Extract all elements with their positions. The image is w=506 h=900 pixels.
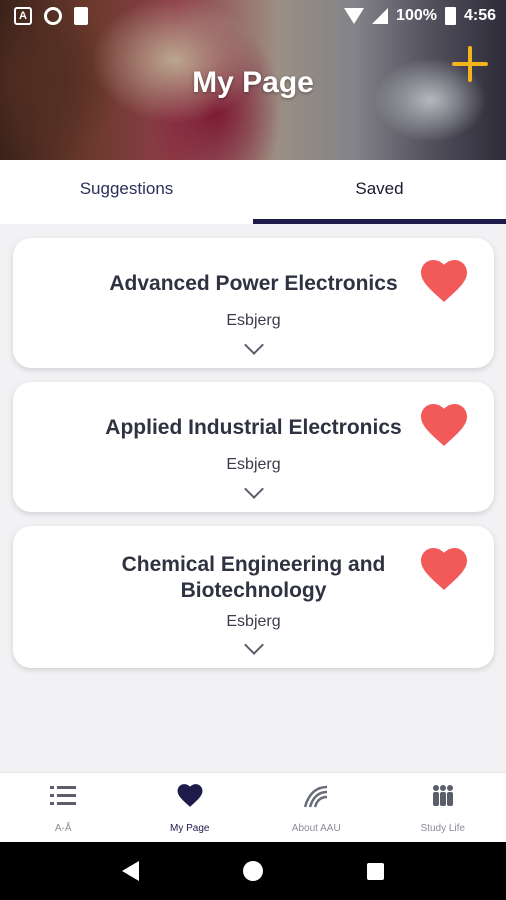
heart-icon bbox=[177, 781, 203, 811]
list-icon bbox=[50, 781, 77, 811]
program-location: Esbjerg bbox=[226, 456, 281, 473]
program-title: Chemical Engineering and Biotechnology bbox=[121, 553, 386, 602]
nav-label: Study Life bbox=[420, 823, 465, 834]
program-location: Esbjerg bbox=[226, 312, 281, 329]
heart-icon[interactable] bbox=[420, 548, 468, 592]
nav-label: A-Å bbox=[54, 823, 72, 834]
nav-item-my-page[interactable]: My Page bbox=[127, 773, 254, 842]
aau-logo-icon bbox=[303, 781, 329, 811]
program-card[interactable]: Chemical Engineering and Biotechnology E… bbox=[13, 526, 494, 668]
nav-label: About AAU bbox=[291, 823, 341, 834]
add-button[interactable] bbox=[450, 44, 490, 84]
status-system: 100% 4:56 bbox=[344, 7, 496, 25]
program-title: Advanced Power Electronics bbox=[109, 272, 398, 295]
nav-item-study-life[interactable]: Study Life bbox=[380, 773, 506, 842]
program-card[interactable]: Applied Industrial Electronics Esbjerg bbox=[13, 382, 494, 512]
sd-card-icon bbox=[74, 7, 88, 25]
back-icon[interactable] bbox=[122, 861, 139, 881]
program-location: Esbjerg bbox=[226, 613, 281, 630]
clock: 4:56 bbox=[463, 7, 496, 24]
status-bar: A 100% 4:56 bbox=[0, 0, 506, 32]
recent-apps-icon[interactable] bbox=[367, 862, 384, 880]
sync-notification-icon bbox=[44, 7, 62, 25]
app-notification-icon: A bbox=[14, 7, 32, 25]
program-card[interactable]: Advanced Power Electronics Esbjerg bbox=[13, 238, 494, 368]
battery-icon bbox=[444, 7, 456, 25]
signal-icon bbox=[372, 8, 389, 24]
program-title: Applied Industrial Electronics bbox=[105, 416, 402, 439]
tab-bar: Suggestions Saved bbox=[0, 160, 506, 224]
tab-saved[interactable]: Saved bbox=[253, 160, 506, 224]
heart-icon[interactable] bbox=[420, 260, 468, 304]
bottom-navigation: A-Å My Page About AAU Study Life bbox=[0, 772, 506, 842]
battery-percent: 100% bbox=[396, 7, 437, 24]
tab-suggestions[interactable]: Suggestions bbox=[0, 160, 253, 224]
chevron-down-icon[interactable] bbox=[244, 335, 264, 355]
nav-item-about-aau[interactable]: About AAU bbox=[253, 773, 380, 842]
people-icon bbox=[430, 781, 456, 811]
status-notifications: A bbox=[14, 7, 88, 25]
nav-item-a-z[interactable]: A-Å bbox=[0, 773, 127, 842]
chevron-down-icon[interactable] bbox=[244, 479, 264, 499]
chevron-down-icon[interactable] bbox=[244, 635, 264, 655]
home-icon[interactable] bbox=[243, 861, 263, 881]
heart-icon[interactable] bbox=[420, 404, 468, 448]
wifi-icon bbox=[344, 8, 365, 24]
nav-label: My Page bbox=[170, 823, 210, 834]
page-title: My Page bbox=[192, 66, 314, 99]
system-navigation-bar bbox=[0, 842, 506, 900]
